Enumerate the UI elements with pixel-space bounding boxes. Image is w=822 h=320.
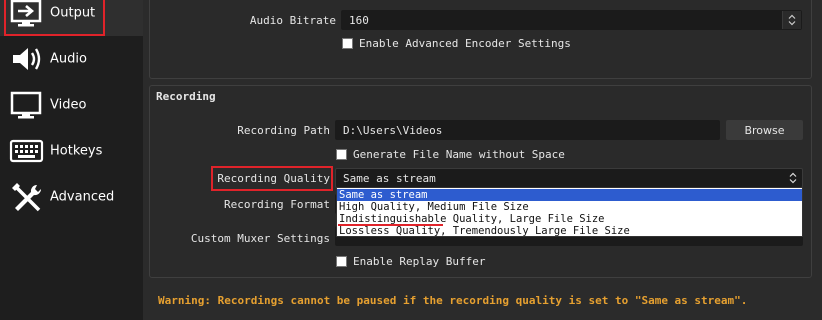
keyboard-icon bbox=[9, 136, 45, 166]
sidebar-item-audio[interactable]: Audio bbox=[0, 36, 143, 82]
sidebar-item-label: Audio bbox=[50, 51, 87, 67]
output-highlight-box bbox=[4, 0, 105, 36]
recording-section-title: Recording bbox=[156, 90, 216, 103]
recording-quality-value: Same as stream bbox=[343, 171, 436, 185]
streaming-group: Audio Bitrate 160 Enable Advanced Encode… bbox=[149, 0, 812, 79]
video-icon bbox=[9, 90, 45, 120]
red-underline bbox=[338, 224, 443, 226]
audio-bitrate-label: Audio Bitrate bbox=[249, 14, 336, 27]
recording-quality-dropdown-list: Same as stream High Quality, Medium File… bbox=[336, 187, 803, 237]
enable-advanced-encoder-checkbox[interactable] bbox=[342, 38, 353, 49]
sidebar-item-hotkeys[interactable]: Hotkeys bbox=[0, 128, 143, 174]
settings-sidebar: Output Audio Video Hotkeys Advanced bbox=[0, 0, 143, 320]
audio-icon bbox=[9, 44, 45, 74]
sidebar-item-video[interactable]: Video bbox=[0, 82, 143, 128]
spin-arrows-icon[interactable] bbox=[782, 11, 801, 29]
browse-button[interactable]: Browse bbox=[726, 120, 803, 140]
sidebar-item-label: Video bbox=[50, 97, 87, 113]
dropdown-option-high-quality[interactable]: High Quality, Medium File Size bbox=[337, 201, 802, 213]
recording-warning-text: Warning: Recordings cannot be paused if … bbox=[158, 294, 748, 307]
recording-quality-select[interactable]: Same as stream bbox=[335, 168, 803, 188]
custom-muxer-label: Custom Muxer Settings bbox=[190, 232, 330, 245]
output-settings-panel: Audio Bitrate 160 Enable Advanced Encode… bbox=[143, 0, 822, 320]
generate-filename-checkbox[interactable] bbox=[336, 149, 347, 160]
chevron-updown-icon bbox=[784, 169, 802, 187]
audio-bitrate-value: 160 bbox=[349, 13, 369, 27]
recording-path-value: D:\Users\Videos bbox=[343, 123, 443, 137]
dropdown-option-same-as-stream[interactable]: Same as stream bbox=[337, 189, 802, 201]
recording-path-input[interactable]: D:\Users\Videos bbox=[335, 120, 720, 140]
audio-bitrate-spinbox[interactable]: 160 bbox=[341, 10, 802, 30]
generate-filename-label: Generate File Name without Space bbox=[353, 148, 565, 161]
sidebar-item-advanced[interactable]: Advanced bbox=[0, 174, 143, 220]
sidebar-item-label: Hotkeys bbox=[50, 143, 103, 159]
recording-format-label: Recording Format bbox=[224, 198, 330, 211]
enable-replay-buffer-label: Enable Replay Buffer bbox=[353, 255, 486, 268]
tools-icon bbox=[9, 182, 45, 212]
sidebar-item-label: Advanced bbox=[50, 189, 115, 205]
recording-path-label: Recording Path bbox=[237, 124, 330, 137]
enable-advanced-encoder-label: Enable Advanced Encoder Settings bbox=[359, 37, 571, 50]
recording-quality-highlight-box bbox=[211, 166, 333, 191]
enable-replay-buffer-checkbox[interactable] bbox=[336, 256, 347, 267]
